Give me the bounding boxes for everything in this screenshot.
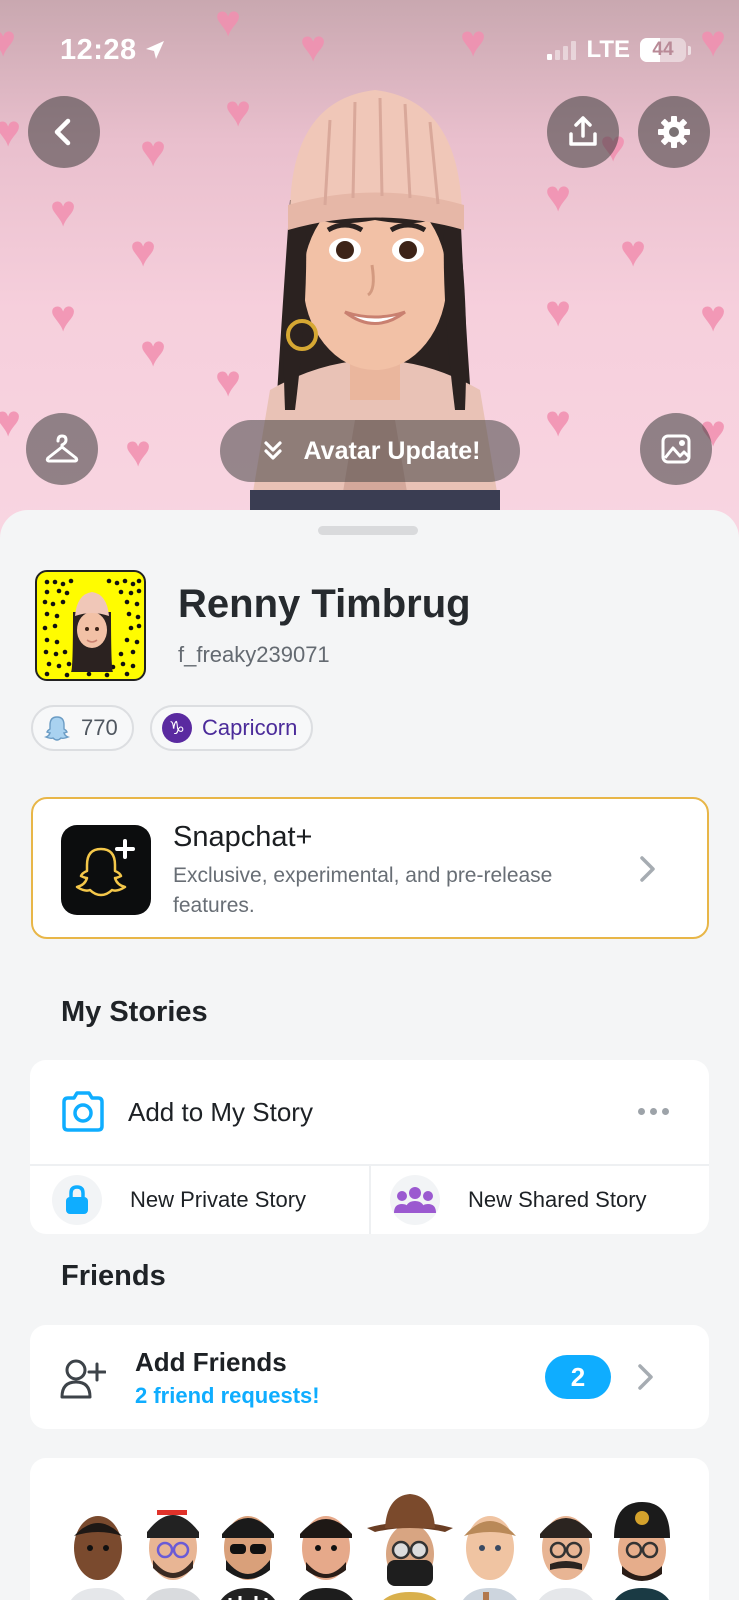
battery-icon: 44 [640, 38, 691, 62]
battery-level: 44 [652, 39, 674, 60]
heart-decor: ♥ [215, 357, 242, 406]
add-friends-row[interactable]: Add Friends 2 friend requests! 2 [30, 1325, 709, 1429]
hanger-icon [45, 434, 79, 463]
avatar-hero: ♥ ♥ ♥ ♥ ♥ ♥ ♥ ♥ ♥ ♥ ♥ ♥ ♥ ♥ ♥ ♥ ♥ ♥ ♥ ♥ … [0, 0, 739, 560]
new-shared-story-button[interactable]: New Shared Story [390, 1166, 647, 1234]
upload-icon [569, 116, 597, 146]
gear-icon [658, 116, 690, 148]
ghost-score-icon [43, 716, 71, 741]
friend-bitmoji [299, 1516, 353, 1600]
profile-sheet: Renny Timbrug f_freaky239071 770 ♑ Capri… [0, 510, 739, 1600]
back-button[interactable] [28, 96, 100, 168]
location-arrow-icon [145, 41, 164, 59]
username: f_freaky239071 [178, 642, 330, 667]
chevron-left-icon [54, 118, 71, 146]
heart-decor: ♥ [125, 427, 152, 476]
status-bar: 12:28 LTE 44 [60, 30, 691, 70]
capricorn-icon: ♑ [162, 713, 192, 743]
double-chevron-down-icon [263, 441, 282, 460]
friend-bitmoji [71, 1516, 125, 1600]
new-private-story-label: New Private Story [130, 1187, 307, 1212]
friend-bitmoji [146, 1510, 200, 1600]
new-shared-story-label: New Shared Story [468, 1187, 647, 1212]
heart-decor: ♥ [0, 397, 22, 446]
divider [369, 1166, 371, 1234]
friend-bitmoji [367, 1494, 453, 1600]
heart-decor: ♥ [140, 127, 167, 176]
avatar-update-button[interactable]: Avatar Update! [220, 420, 520, 482]
add-to-my-story-row[interactable]: Add to My Story [30, 1060, 709, 1164]
outfit-button[interactable] [26, 413, 98, 485]
heart-decor: ♥ [0, 17, 17, 66]
sheet-grabber[interactable] [318, 526, 418, 535]
network-label: LTE [586, 36, 630, 63]
friend-bitmoji [463, 1516, 517, 1600]
heart-decor: ♥ [700, 17, 727, 66]
friend-requests-badge: 2 [545, 1355, 611, 1399]
settings-button[interactable] [638, 96, 710, 168]
friend-bitmoji [614, 1502, 670, 1600]
heart-decor: ♥ [545, 287, 572, 336]
add-to-my-story-label: Add to My Story [128, 1096, 313, 1127]
lock-icon [52, 1175, 102, 1225]
heart-decor: ♥ [130, 227, 157, 276]
zodiac-chip[interactable]: ♑ Capricorn [150, 705, 314, 751]
avatar-update-label: Avatar Update! [303, 436, 481, 465]
friend-requests-label: 2 friend requests! [135, 1383, 320, 1408]
chevron-right-icon [638, 1364, 653, 1390]
camera-icon [62, 1091, 104, 1132]
heart-decor: ♥ [545, 397, 572, 446]
my-stories-heading: My Stories [61, 996, 208, 1028]
snapcode-pattern [42, 578, 142, 678]
snapchat-plus-title: Snapchat+ [173, 821, 313, 853]
heart-decor: ♥ [225, 87, 252, 136]
heart-decor: ♥ [545, 172, 572, 221]
more-options-icon[interactable] [638, 1108, 669, 1115]
zodiac-label: Capricorn [202, 715, 298, 740]
friend-bitmoji [221, 1516, 275, 1600]
add-friend-icon [60, 1359, 106, 1399]
snapcode[interactable] [35, 570, 146, 681]
display-name: Renny Timbrug [178, 582, 471, 626]
group-icon [390, 1175, 440, 1225]
my-stories-card: Add to My Story New Private Story New Sh… [30, 1060, 709, 1234]
heart-decor: ♥ [620, 227, 647, 276]
heart-decor: ♥ [140, 327, 167, 376]
snap-score-chip[interactable]: 770 [31, 705, 134, 751]
friend-bitmoji [539, 1516, 593, 1600]
heart-decor: ♥ [50, 187, 77, 236]
heart-decor: ♥ [50, 292, 77, 341]
snapchat-plus-description: Exclusive, experimental, and pre-release… [173, 864, 553, 917]
signal-icon [547, 40, 577, 60]
snap-score: 770 [81, 715, 118, 740]
share-button[interactable] [547, 96, 619, 168]
status-time: 12:28 [60, 33, 137, 66]
friends-heading: Friends [61, 1260, 166, 1292]
heart-decor: ♥ [700, 292, 727, 341]
new-private-story-button[interactable]: New Private Story [52, 1166, 306, 1234]
selfie-image-button[interactable] [640, 413, 712, 485]
heart-decor: ♥ [0, 107, 22, 156]
friends-bitmoji-strip[interactable] [30, 1458, 709, 1600]
image-icon [661, 434, 691, 464]
add-friends-label: Add Friends [135, 1347, 287, 1377]
snapchat-plus-logo [61, 825, 151, 915]
snapchat-plus-card[interactable]: Snapchat+ Exclusive, experimental, and p… [31, 797, 709, 939]
chevron-right-icon [640, 856, 655, 882]
ghost-plus-icon [75, 839, 135, 897]
